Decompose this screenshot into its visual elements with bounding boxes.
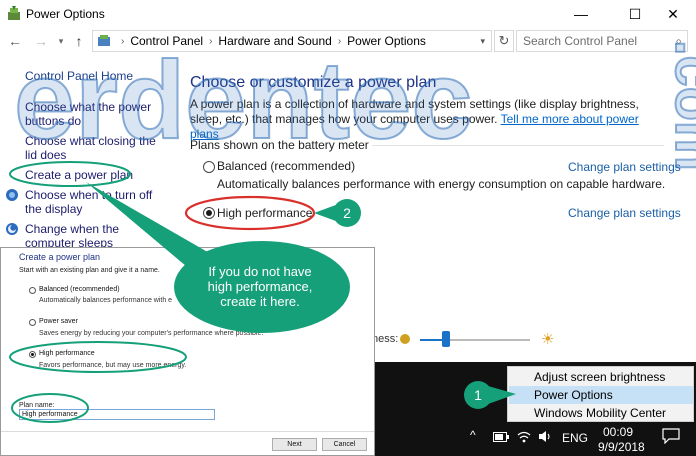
callout-text: If you do not have high performance, cre… [207, 264, 313, 309]
step-2-badge: 2 [333, 199, 361, 227]
step-1-badge: 1 [464, 381, 492, 409]
annotation-overlay [9, 161, 516, 423]
